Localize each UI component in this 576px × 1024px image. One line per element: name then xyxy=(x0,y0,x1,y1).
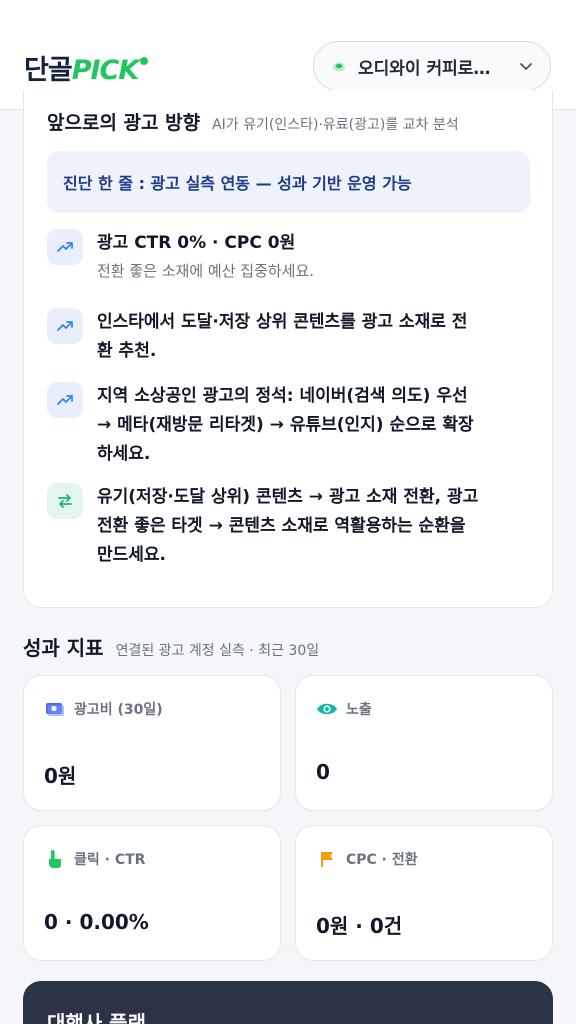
kpi-label: 노출 xyxy=(346,702,372,718)
tip-subtext: 전환 좋은 소재에 예산 집중하세요. xyxy=(97,262,315,280)
kpi-value: 0원 xyxy=(44,764,77,788)
kpi-card-impressions[interactable]: 노출 0 xyxy=(295,675,553,811)
tip-text-line: 전환 좋은 타겟 → 콘텐츠 소재로 역활용하는 순환을 xyxy=(97,516,466,536)
trend-up-icon xyxy=(47,308,83,344)
ad-direction-title: 앞으로의 광고 방향 xyxy=(47,112,201,134)
store-icon xyxy=(333,62,345,72)
agency-plan-title: 대행사 플랜 xyxy=(47,1011,146,1024)
ad-direction-header: 앞으로의 광고 방향 AI가 유기(인스타)·유료(광고)를 교차 분석 xyxy=(47,108,459,135)
tip-item: 지역 소상공인 광고의 정석: 네이버(검색 의도) 우선 → 메타(재방문 리… xyxy=(47,382,537,472)
store-name: 오디와이 커피로… xyxy=(358,58,491,79)
tip-item: 광고 CTR 0% · CPC 0원 전환 좋은 소재에 예산 집중하세요. xyxy=(47,229,537,289)
tip-text-line: 환 추천. xyxy=(97,341,157,361)
trend-up-icon xyxy=(47,229,83,265)
diagnosis-banner: 진단 한 줄 : 광고 실측 연동 — 성과 기반 운영 가능 xyxy=(47,151,530,213)
kpi-header: 성과 지표 연결된 광고 계정 실측 · 최근 30일 xyxy=(23,632,319,661)
eye-icon xyxy=(316,698,338,720)
kpi-subtitle: 연결된 광고 계정 실측 · 최근 30일 xyxy=(115,643,320,659)
tip-text-line: 지역 소상공인 광고의 정석: 네이버(검색 의도) 우선 xyxy=(97,386,468,406)
money-icon xyxy=(44,698,66,720)
kpi-value: 0 · 0.00% xyxy=(44,910,149,934)
tip-text-line: 하세요. xyxy=(97,444,151,464)
pointer-hand-icon xyxy=(44,848,66,870)
store-selector[interactable]: 오디와이 커피로… xyxy=(313,41,551,91)
tip-text-line: 유기(저장·도달 상위) 콘텐츠 → 광고 소재 전환, 광고 xyxy=(97,487,479,507)
tip-text: 광고 CTR 0% · CPC 0원 xyxy=(97,233,296,253)
kpi-card-ad-spend[interactable]: 광고비 (30일) 0원 xyxy=(23,675,281,811)
kpi-label: CPC · 전환 xyxy=(346,852,418,868)
kpi-card-cpc[interactable]: CPC · 전환 0원 · 0건 xyxy=(295,825,553,961)
swap-icon xyxy=(47,483,83,519)
brand-logo[interactable]: 단골 PICK xyxy=(24,48,149,87)
kpi-value: 0 xyxy=(316,760,330,784)
chevron-down-icon xyxy=(520,63,532,70)
kpi-title: 성과 지표 xyxy=(23,636,104,660)
tip-text-line: 만드세요. xyxy=(97,545,167,565)
ad-direction-subtitle: AI가 유기(인스타)·유료(광고)를 교차 분석 xyxy=(212,117,459,133)
kpi-value: 0원 · 0건 xyxy=(316,914,403,938)
diagnosis-text: 진단 한 줄 : 광고 실측 연동 — 성과 기반 운영 가능 xyxy=(63,174,412,193)
agency-plan-card[interactable]: 대행사 플랜 xyxy=(23,981,553,1024)
tip-text-line: → 메타(재방문 리타겟) → 유튜브(인지) 순으로 확장 xyxy=(97,415,474,435)
flag-icon xyxy=(316,848,338,870)
kpi-label: 클릭 · CTR xyxy=(74,852,146,868)
logo-text-pick: PICK xyxy=(71,55,140,86)
tip-item: 인스타에서 도달·저장 상위 콘텐츠를 광고 소재로 전 환 추천. xyxy=(47,308,537,368)
trend-up-icon xyxy=(47,382,83,418)
kpi-card-clicks[interactable]: 클릭 · CTR 0 · 0.00% xyxy=(23,825,281,961)
tip-item: 유기(저장·도달 상위) 콘텐츠 → 광고 소재 전환, 광고 전환 좋은 타겟… xyxy=(47,483,537,573)
tip-text-line: 인스타에서 도달·저장 상위 콘텐츠를 광고 소재로 전 xyxy=(97,312,468,332)
logo-dot xyxy=(140,57,149,65)
kpi-label: 광고비 (30일) xyxy=(74,702,163,718)
logo-text-ko: 단골 xyxy=(24,55,73,86)
